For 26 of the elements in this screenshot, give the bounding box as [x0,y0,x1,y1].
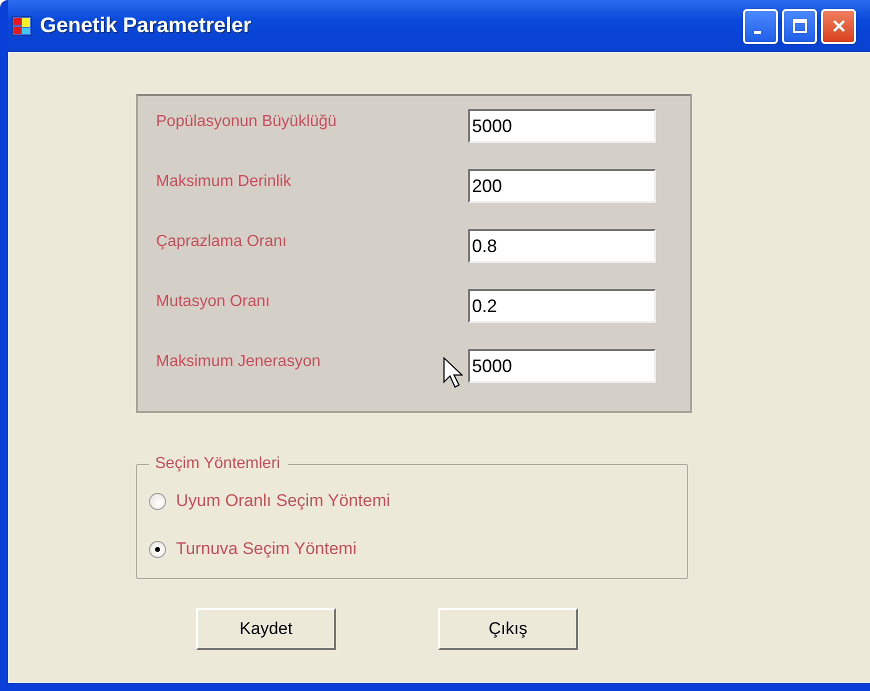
window-icon [12,16,32,36]
parameter-label: Çaprazlama Oranı [156,233,287,251]
close-button[interactable] [821,8,856,44]
radio-option[interactable]: Turnuva Seçim Yöntemi [149,537,356,561]
window-title: Genetik Parametreler [40,14,252,38]
input-field[interactable]: 5000 [468,349,656,383]
parameter-label: Maksimum Derinlik [156,173,292,191]
input-field[interactable]: 5000 [468,109,656,143]
input-field[interactable]: 200 [468,169,656,203]
radio-button[interactable] [149,492,166,510]
radio-button[interactable] [149,540,166,558]
input-field[interactable]: 0.2 [468,289,656,323]
maximize-button[interactable] [782,8,817,44]
minimize-button[interactable] [743,8,778,44]
radio-option[interactable]: Uyum Oranlı Seçim Yöntemi [149,489,390,513]
input-field[interactable]: 0.8 [468,229,656,263]
group-title: Seçim Yöntemleri [154,455,282,473]
close-icon [830,18,846,34]
mouse-pointer-icon [443,357,463,389]
parameter-label: Maksimum Jenerasyon [156,353,320,371]
save-button[interactable]: Kaydet [196,608,336,650]
exit-button[interactable]: Çıkış [438,608,578,650]
parameter-label: Mutasyon Oranı [156,293,270,311]
maximize-icon [792,18,808,34]
minimize-icon [754,30,761,34]
parameter-label: Popülasyonun Büyüklüğü [156,113,337,131]
